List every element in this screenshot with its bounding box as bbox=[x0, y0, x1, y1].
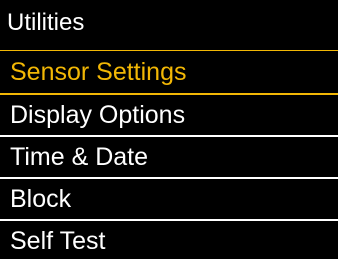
menu-item-label: Sensor Settings bbox=[10, 58, 187, 86]
menu-item-time-date[interactable]: Time & Date bbox=[0, 137, 338, 177]
title-bar: Utilities bbox=[0, 0, 338, 50]
menu-item-display-options[interactable]: Display Options bbox=[0, 95, 338, 135]
page-title: Utilities bbox=[7, 9, 85, 36]
utilities-menu: Sensor Settings Display Options Time & D… bbox=[0, 51, 338, 259]
menu-item-label: Time & Date bbox=[10, 143, 149, 171]
menu-item-block[interactable]: Block bbox=[0, 179, 338, 219]
menu-item-self-test[interactable]: Self Test bbox=[0, 221, 338, 259]
menu-item-label: Display Options bbox=[10, 101, 186, 129]
device-screen: Utilities Sensor Settings Display Option… bbox=[0, 0, 338, 259]
menu-item-sensor-settings[interactable]: Sensor Settings bbox=[0, 51, 338, 93]
menu-item-label: Self Test bbox=[10, 227, 106, 255]
menu-item-label: Block bbox=[10, 185, 72, 213]
